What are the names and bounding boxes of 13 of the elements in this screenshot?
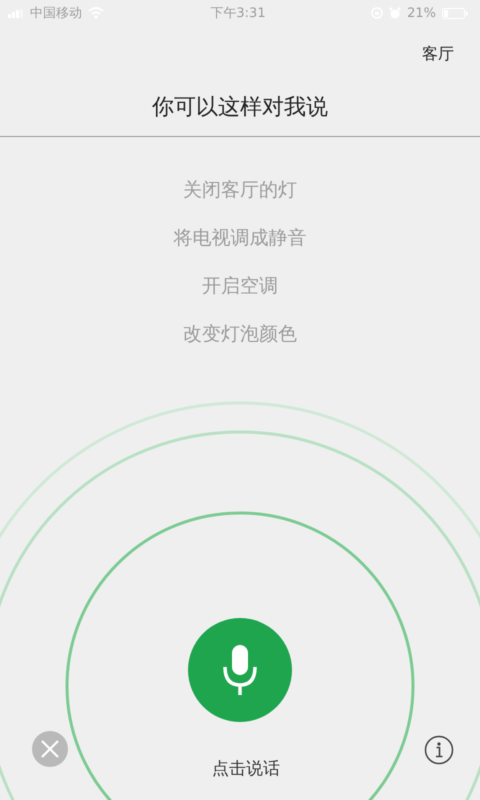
status-time: 下午3:31 [210,5,266,22]
suggestion-text: 将电视调成静音 [174,226,306,251]
page-title: 你可以这样对我说 [151,94,329,122]
info-icon[interactable] [424,735,454,765]
tap-to-talk-label: 点击说话 [212,758,280,780]
suggestion-text: 开启空调 [202,274,278,299]
suggestion-text: 改变灯泡颜色 [183,322,297,347]
close-icon [40,739,60,759]
battery-percent: 21% [407,6,436,20]
close-button[interactable] [32,731,68,767]
carrier-name: 中国移动 [30,5,82,22]
room-button[interactable]: 客厅 [422,44,454,64]
suggestion-text: 关闭客厅的灯 [183,178,297,203]
